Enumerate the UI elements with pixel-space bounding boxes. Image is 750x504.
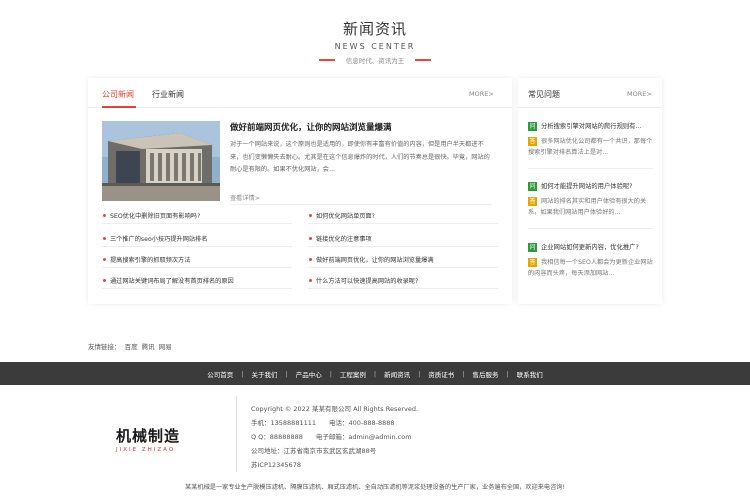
section-subtitle: NEWS CENTER — [334, 42, 416, 51]
faq-answer: 答网站的排名其实和用户体验有很大的关系，如果我们网站用户体验好的... — [528, 196, 654, 218]
answer-badge: 答 — [528, 196, 537, 206]
footer-nav: 公司首页 | 关于我们 | 产品中心 | 工程案例 | 新闻资讯 | 资质证书 | 售后服务… — [0, 362, 750, 385]
copyright-text: Copyright © 2022 某某有限公司 All Rights Reser… — [251, 405, 419, 413]
faq-question-text: 企业网站如何更新内容，优化推广? — [541, 244, 639, 251]
faq-question[interactable]: 问分析搜索引擎对网站的爬行规则有... — [528, 121, 641, 131]
faq-answer: 答我相信每一个SEO人都会为更新企业网站的内容而头疼，每天添加网站... — [528, 257, 654, 279]
news-list-item[interactable]: 三个推广的seo小技巧提升网站排名 — [102, 234, 292, 247]
faq-title: 常见问题 — [528, 90, 560, 99]
news-list-item[interactable]: 做好前端网页优化，让你的网站浏览量爆满 — [308, 255, 498, 268]
question-badge: 问 — [528, 181, 537, 191]
news-list-item[interactable]: 通过网站关键词布局了解没有首页排名的原因 — [102, 276, 292, 289]
tab-company-news[interactable]: 公司新闻 — [102, 89, 134, 100]
news-list-item[interactable]: SEO优化中删除旧页面有影响吗? — [102, 211, 292, 224]
faq-answer-text: 我相信每一个SEO人都会为更新企业网站的内容而头疼，每天添加网站... — [528, 259, 653, 277]
friend-links-label: 友情链接： — [88, 343, 121, 351]
featured-news-summary: 对于一个网站来说，这个原则也是适用的，即使你有丰富有价值的内容，但是用户半天都进… — [230, 141, 490, 174]
divider — [230, 204, 492, 205]
footer-nav-service[interactable]: 售后服务 — [465, 369, 507, 379]
divider — [528, 168, 654, 169]
answer-badge: 答 — [528, 136, 537, 146]
friend-link[interactable]: 腾讯 — [142, 343, 155, 351]
footer-nav-contact[interactable]: 联系我们 — [509, 369, 551, 379]
tab-industry-news[interactable]: 行业新闻 — [152, 89, 184, 100]
faq-answer-text: 很多网站优化公司都有一个共识，那每个搜索引擎对排名算法上是对... — [528, 138, 653, 156]
view-detail-link[interactable]: 查看详情> — [230, 193, 260, 202]
footer-nav-about[interactable]: 关于我们 — [243, 369, 285, 379]
news-more-link[interactable]: MORE> — [469, 90, 494, 98]
faq-more-link[interactable]: MORE> — [627, 90, 652, 98]
news-list-item[interactable]: 链接优化的注意事项 — [308, 234, 498, 247]
faq-question-text: 分析搜索引擎对网站的爬行规则有... — [541, 123, 642, 130]
faq-panel: 常见问题 MORE> 问分析搜索引擎对网站的爬行规则有... 答很多网站优化公司… — [518, 78, 662, 304]
footer-divider — [236, 396, 237, 472]
section-slogan: 信息时代、资讯为王 — [345, 57, 405, 65]
building-photo-icon — [102, 121, 220, 201]
news-list-item[interactable]: 提高搜索引擎的抓取频次方法 — [102, 255, 292, 268]
logo-text: 机械制造 — [116, 427, 181, 445]
footer-nav-certificates[interactable]: 资质证书 — [420, 369, 462, 379]
section-title: 新闻资讯 — [342, 20, 407, 38]
question-badge: 问 — [528, 121, 537, 131]
phone-info: 手机：13588881111 电话：400-888-8888 — [251, 419, 395, 427]
faq-answer-text: 网站的排名其实和用户体验有很大的关系，如果我们网站用户体验好的... — [528, 198, 647, 216]
news-list-item[interactable]: 如何优化网站单页面? — [308, 211, 498, 224]
news-panel: 公司新闻 行业新闻 MORE> 做好前端网页优化，让你的网站浏览量爆满 对于一个… — [88, 78, 512, 304]
title-decor-right — [415, 59, 431, 61]
footer-nav-products[interactable]: 产品中心 — [288, 369, 330, 379]
footer-logo[interactable]: 机械制造 JIXIE ZHIZAO — [116, 425, 180, 453]
faq-question[interactable]: 问如何才能提升网站的用户体验呢? — [528, 181, 633, 191]
friend-link[interactable]: 百度 — [125, 343, 138, 351]
footer-nav-cases[interactable]: 工程案例 — [332, 369, 374, 379]
footer-nav-home[interactable]: 公司首页 — [199, 369, 241, 379]
featured-news-image[interactable] — [102, 121, 220, 201]
friend-link[interactable]: 网易 — [159, 343, 172, 351]
icp-info[interactable]: 苏ICP12345678 — [251, 459, 301, 469]
answer-badge: 答 — [528, 257, 537, 267]
qq-email-info: Q Q：88888888 电子邮箱：admin@admin.com — [251, 433, 412, 441]
news-tabs: 公司新闻 行业新闻 MORE> — [88, 78, 512, 108]
address-info: 公司地址：江苏省南京市玄武区玄武湖88号 — [251, 447, 377, 455]
divider — [528, 228, 654, 229]
featured-news-title[interactable]: 做好前端网页优化，让你的网站浏览量爆满 — [230, 121, 392, 133]
company-description: 某某机械是一家专业生产脱模压滤机、隔膜压滤机、厢式压滤机、全自动压滤机等泥浆处理… — [185, 484, 565, 491]
faq-question-text: 如何才能提升网站的用户体验呢? — [541, 183, 633, 190]
friend-links: 友情链接： 百度 腾讯 网易 — [88, 341, 174, 351]
logo-subtext: JIXIE ZHIZAO — [116, 447, 176, 453]
footer-nav-news[interactable]: 新闻资讯 — [376, 369, 418, 379]
active-tab-indicator — [102, 106, 136, 108]
news-list-item[interactable]: 什么方法可以快速提高网站的收录呢? — [308, 276, 498, 289]
faq-header: 常见问题 MORE> — [518, 78, 662, 108]
faq-answer: 答很多网站优化公司都有一个共识，那每个搜索引擎对排名算法上是对... — [528, 136, 654, 158]
question-badge: 问 — [528, 242, 537, 252]
faq-question[interactable]: 问企业网站如何更新内容，优化推广? — [528, 242, 639, 252]
